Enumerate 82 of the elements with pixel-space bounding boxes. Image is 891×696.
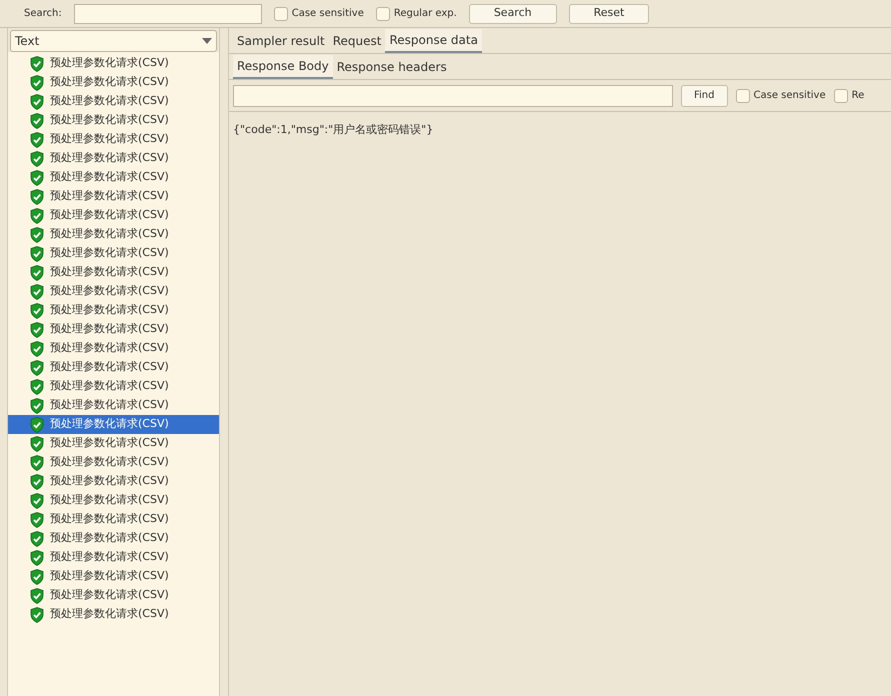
tab[interactable]: Response Body bbox=[233, 55, 333, 79]
shield-check-icon bbox=[30, 56, 44, 72]
shield-check-icon bbox=[30, 340, 44, 356]
checkbox[interactable] bbox=[274, 6, 288, 20]
result-tree-item[interactable]: 预处理参数化请求(CSV) bbox=[8, 54, 219, 73]
shield-check-icon bbox=[30, 188, 44, 204]
result-tree-item[interactable]: 预处理参数化请求(CSV) bbox=[8, 472, 219, 491]
checkbox[interactable] bbox=[834, 88, 848, 102]
result-tree-item[interactable]: 预处理参数化请求(CSV) bbox=[8, 149, 219, 168]
shield-check-icon bbox=[30, 226, 44, 242]
result-tree-item[interactable]: 预处理参数化请求(CSV) bbox=[8, 206, 219, 225]
checkbox-label: Case sensitive bbox=[754, 89, 826, 103]
result-tree-item[interactable]: 预处理参数化请求(CSV) bbox=[8, 453, 219, 472]
shield-check-icon bbox=[30, 436, 44, 452]
shield-check-icon bbox=[30, 112, 44, 128]
shield-check-icon bbox=[30, 416, 44, 432]
shield-check-icon bbox=[30, 398, 44, 414]
tab[interactable]: Response data bbox=[385, 29, 482, 53]
shield-check-icon bbox=[30, 94, 44, 110]
result-tree-item[interactable]: 预处理参数化请求(CSV) bbox=[8, 510, 219, 529]
result-tree-item[interactable]: 预处理参数化请求(CSV) bbox=[8, 567, 219, 586]
shield-check-icon bbox=[30, 132, 44, 148]
shield-check-icon bbox=[30, 530, 44, 546]
shield-check-icon bbox=[30, 208, 44, 224]
result-tree-item[interactable]: 预处理参数化请求(CSV) bbox=[8, 111, 219, 130]
shield-check-icon bbox=[30, 568, 44, 584]
search-field[interactable] bbox=[74, 4, 262, 24]
shield-check-icon bbox=[30, 550, 44, 566]
tab[interactable]: Response headers bbox=[332, 55, 451, 79]
shield-check-icon bbox=[30, 302, 44, 318]
response-body-text: {"code":1,"msg":"用户名或密码错误"} bbox=[233, 123, 434, 136]
result-tree-item[interactable]: 预处理参数化请求(CSV) bbox=[8, 263, 219, 282]
result-tree-item[interactable]: 预处理参数化请求(CSV) bbox=[8, 282, 219, 301]
result-tree-item[interactable]: 预处理参数化请求(CSV) bbox=[8, 130, 219, 149]
result-tree-item[interactable]: 预处理参数化请求(CSV) bbox=[8, 320, 219, 339]
renderer-dropdown[interactable]: Text bbox=[10, 30, 217, 52]
shield-check-icon bbox=[30, 492, 44, 508]
result-tree-item[interactable]: 预处理参数化请求(CSV) bbox=[8, 415, 219, 434]
result-tree-item[interactable]: 预处理参数化请求(CSV) bbox=[8, 586, 219, 605]
shield-check-icon bbox=[30, 264, 44, 280]
find-field[interactable] bbox=[233, 84, 673, 106]
result-tree-item[interactable]: 预处理参数化请求(CSV) bbox=[8, 187, 219, 206]
result-tree-item[interactable]: 预处理参数化请求(CSV) bbox=[8, 339, 219, 358]
shield-check-icon bbox=[30, 322, 44, 338]
dropdown-caret-icon bbox=[202, 38, 212, 44]
shield-check-icon bbox=[30, 284, 44, 300]
result-tree-item[interactable]: 预处理参数化请求(CSV) bbox=[8, 225, 219, 244]
checkbox[interactable] bbox=[376, 6, 390, 20]
shield-check-icon bbox=[30, 474, 44, 490]
shield-check-icon bbox=[30, 512, 44, 528]
result-tree-item[interactable]: 预处理参数化请求(CSV) bbox=[8, 244, 219, 263]
tab[interactable]: Sampler result bbox=[233, 29, 329, 53]
checkbox-label: Regular exp. bbox=[394, 7, 457, 21]
shield-check-icon bbox=[30, 588, 44, 604]
result-tree-item[interactable]: 预处理参数化请求(CSV) bbox=[8, 529, 219, 548]
result-tree-item[interactable]: 预处理参数化请求(CSV) bbox=[8, 358, 219, 377]
result-tree-item[interactable]: 预处理参数化请求(CSV) bbox=[8, 491, 219, 510]
result-tree-item[interactable]: 预处理参数化请求(CSV) bbox=[8, 396, 219, 415]
search-bar-button[interactable]: Search bbox=[468, 4, 557, 24]
result-tree-item[interactable]: 预处理参数化请求(CSV) bbox=[8, 168, 219, 187]
result-tree-item[interactable]: 预处理参数化请求(CSV) bbox=[8, 377, 219, 396]
result-tree-item[interactable]: 预处理参数化请求(CSV) bbox=[8, 92, 219, 111]
find-button[interactable]: Find bbox=[681, 84, 728, 106]
checkbox-label: Case sensitive bbox=[292, 7, 364, 21]
tab[interactable]: Request bbox=[328, 29, 386, 53]
result-tree-item[interactable]: 预处理参数化请求(CSV) bbox=[8, 301, 219, 320]
shield-check-icon bbox=[30, 360, 44, 376]
result-tree-item[interactable]: 预处理参数化请求(CSV) bbox=[8, 605, 219, 624]
shield-check-icon bbox=[30, 606, 44, 622]
shield-check-icon bbox=[30, 74, 44, 90]
search-label: Search: bbox=[24, 7, 62, 21]
shield-check-icon bbox=[30, 378, 44, 394]
checkbox[interactable] bbox=[736, 88, 750, 102]
result-tree-item[interactable]: 预处理参数化请求(CSV) bbox=[8, 434, 219, 453]
shield-check-icon bbox=[30, 170, 44, 186]
shield-check-icon bbox=[30, 150, 44, 166]
checkbox-label: Re bbox=[852, 89, 864, 103]
shield-check-icon bbox=[30, 454, 44, 470]
result-tree-item[interactable]: 预处理参数化请求(CSV) bbox=[8, 548, 219, 567]
search-bar-button[interactable]: Reset bbox=[568, 4, 650, 24]
result-tree-item[interactable]: 预处理参数化请求(CSV) bbox=[8, 73, 219, 92]
shield-check-icon bbox=[30, 246, 44, 262]
